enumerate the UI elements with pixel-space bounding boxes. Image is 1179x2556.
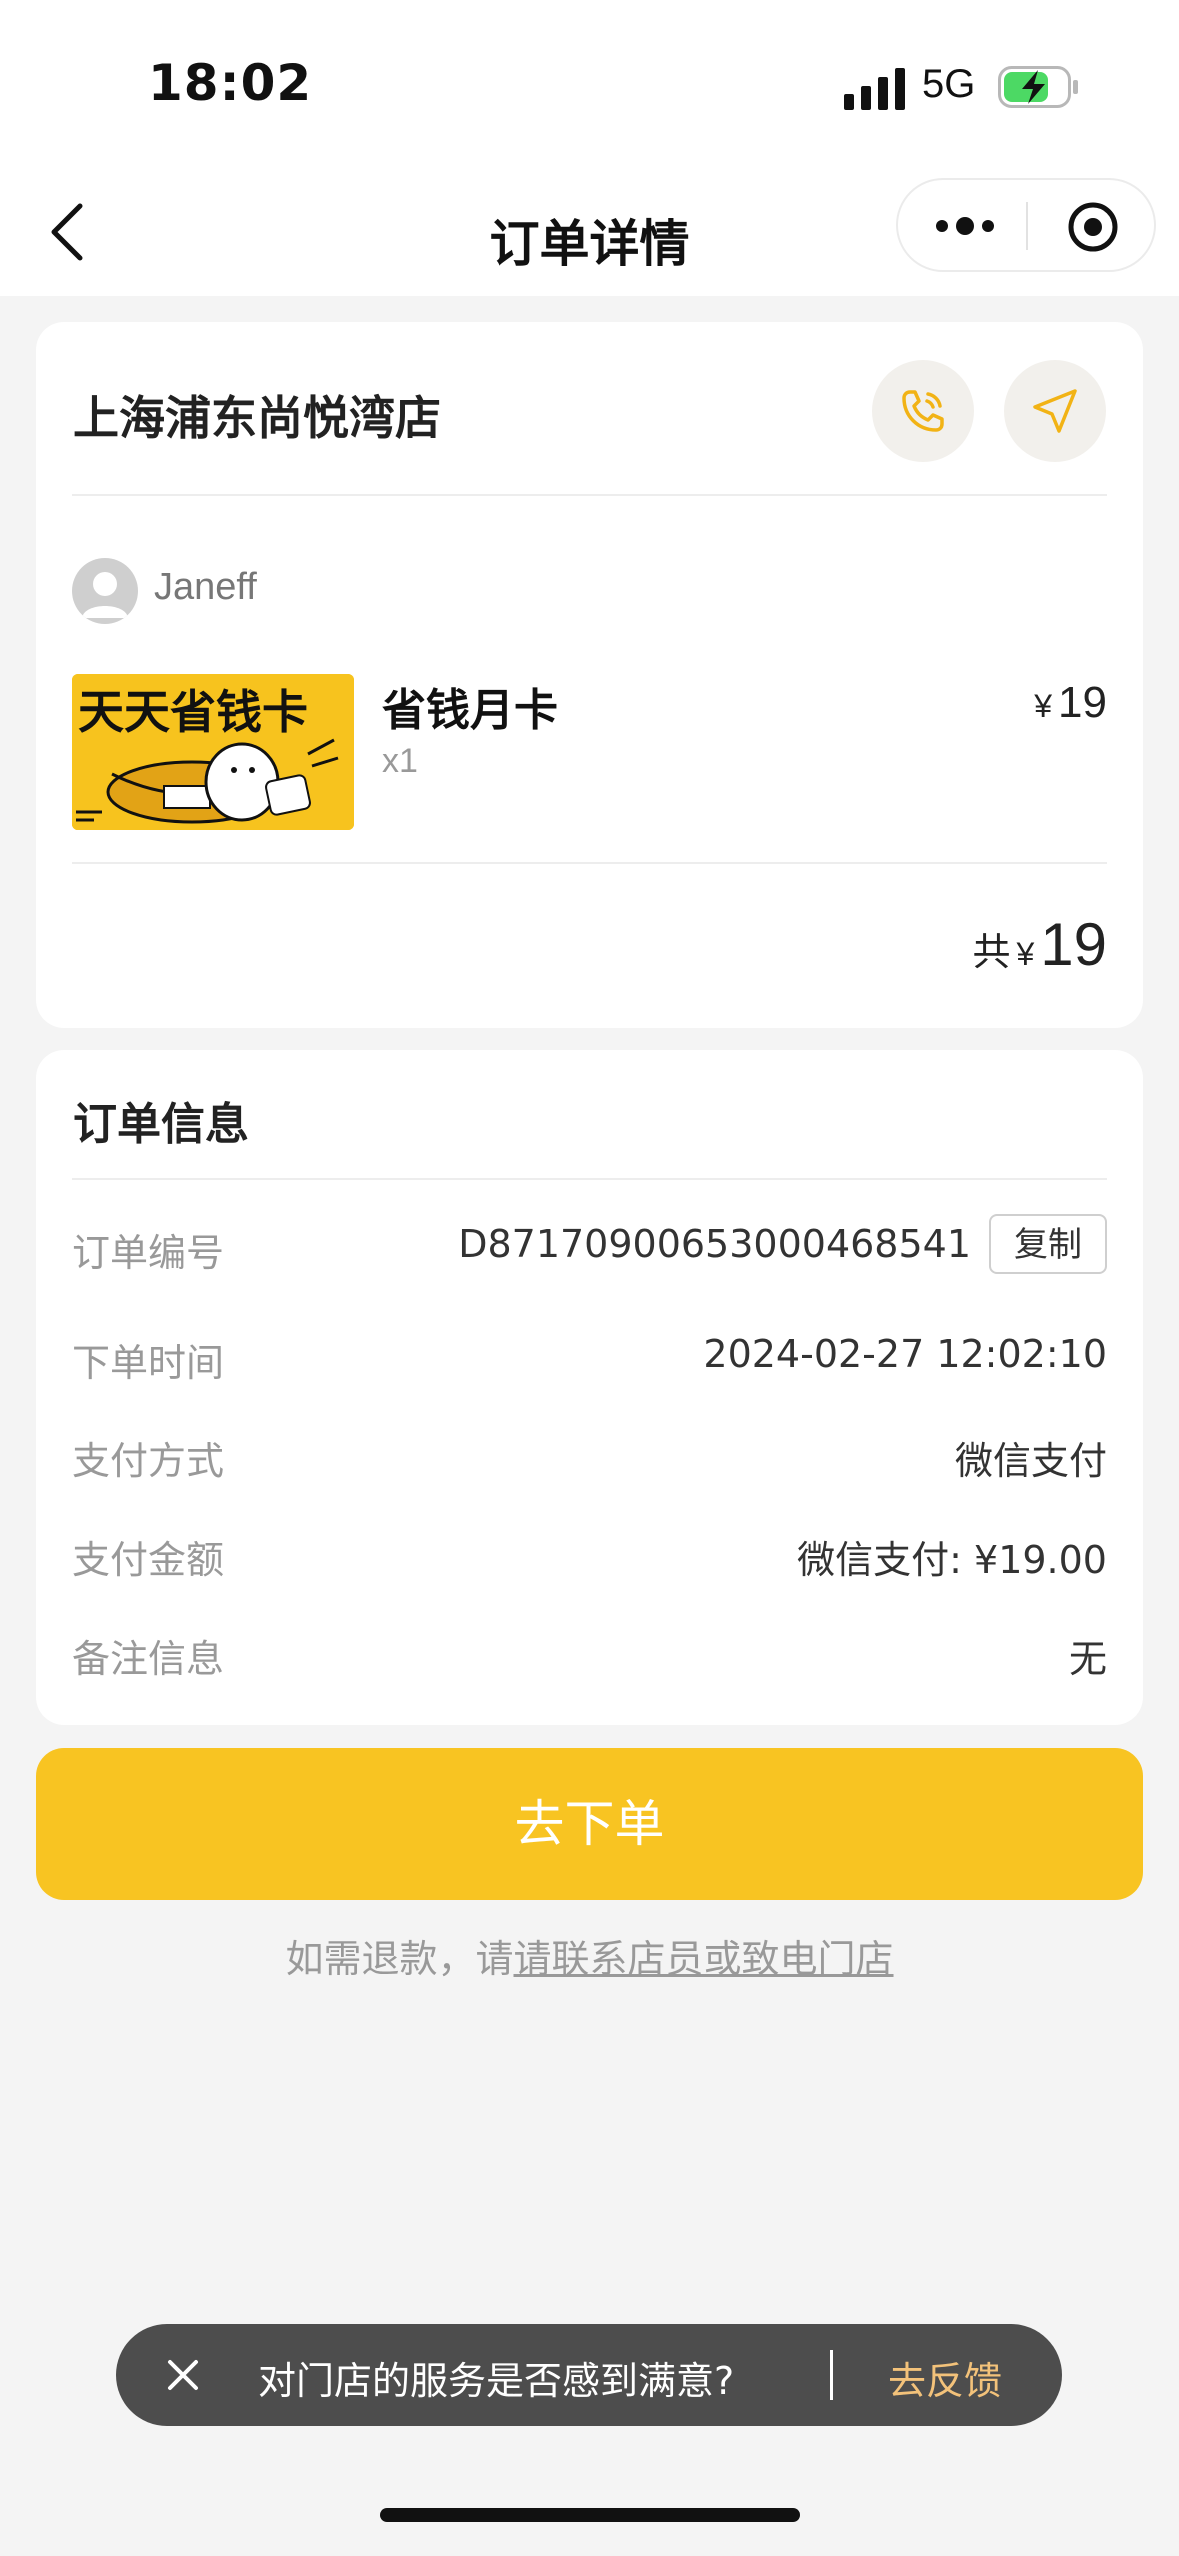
payment-amount-label: 支付金额: [72, 1538, 225, 1582]
order-number-value: D87170900653000468541: [458, 1222, 971, 1266]
product-price: ¥19: [1034, 678, 1107, 728]
order-info-title: 订单信息: [73, 1099, 249, 1150]
order-number-row: 订单编号 D87170900653000468541 复制: [72, 1214, 1107, 1282]
feedback-bar: 对门店的服务是否感到满意? 去反馈: [116, 2324, 1062, 2426]
home-indicator: [380, 2508, 800, 2522]
product-image: 天天省钱卡: [72, 674, 354, 830]
network-label: 5G: [922, 62, 976, 106]
feedback-link[interactable]: 去反馈: [888, 2350, 1002, 2405]
user-avatar-icon: [82, 572, 128, 618]
product-image-text: 天天省钱卡: [78, 685, 308, 739]
product-name: 省钱月卡: [382, 685, 558, 736]
feedback-separator: [830, 2350, 833, 2400]
navigate-store-button[interactable]: [1004, 360, 1106, 462]
payment-amount-value: 微信支付: ¥19.00: [797, 1538, 1107, 1582]
order-info-card: 订单信息 订单编号 D87170900653000468541 复制 下单时间 …: [36, 1050, 1143, 1725]
order-time-label: 下单时间: [72, 1341, 225, 1385]
nav-bar: 订单详情: [0, 160, 1179, 296]
total-value: 19: [1040, 911, 1107, 978]
more-icon[interactable]: [934, 204, 996, 248]
feedback-prompt: 对门店的服务是否感到满意?: [258, 2359, 735, 2403]
order-total: 共 ¥19: [972, 910, 1107, 979]
reorder-button[interactable]: 去下单: [36, 1748, 1143, 1900]
divider: [72, 862, 1107, 864]
contact-store-link[interactable]: 请联系店员或致电门店: [514, 1937, 894, 1981]
product-card-illustration: 天天省钱卡: [72, 674, 354, 830]
divider: [72, 494, 1107, 496]
product-quantity: x1: [382, 742, 418, 780]
total-currency: ¥: [1016, 936, 1035, 972]
order-time-value: 2024-02-27 12:02:10: [703, 1332, 1107, 1376]
remark-row: 备注信息 无: [72, 1628, 1107, 1688]
currency-symbol: ¥: [1034, 688, 1053, 724]
battery-charging-icon: [998, 66, 1078, 108]
phone-icon: [902, 390, 944, 432]
mini-program-capsule: [896, 178, 1156, 272]
store-name: 上海浦东尚悦湾店: [73, 391, 441, 445]
payment-method-label: 支付方式: [72, 1439, 225, 1483]
order-number-label: 订单编号: [72, 1231, 225, 1275]
order-time-row: 下单时间 2024-02-27 12:02:10: [72, 1332, 1107, 1392]
payment-method-value: 微信支付: [954, 1439, 1107, 1483]
call-store-button[interactable]: [872, 360, 974, 462]
signal-icon: [844, 68, 905, 110]
close-target-icon[interactable]: [1066, 200, 1120, 254]
refund-hint: 如需退款，请请联系店员或致电门店: [0, 1928, 1179, 1983]
remark-value: 无: [1068, 1637, 1107, 1681]
total-label: 共: [972, 932, 1011, 974]
avatar: [72, 558, 138, 624]
store-card: 上海浦东尚悦湾店 Janeff 天天省钱卡 省钱月卡 x1 ¥ 19 共 ¥ 1…: [36, 322, 1143, 1028]
payment-method-row: 支付方式 微信支付: [72, 1430, 1107, 1490]
copy-button[interactable]: 复制: [989, 1214, 1107, 1274]
remark-label: 备注信息: [72, 1637, 225, 1681]
product-price-value: 19: [1058, 678, 1107, 727]
capsule-divider: [1026, 202, 1028, 250]
divider: [72, 1178, 1107, 1180]
user-name: Janeff: [154, 566, 257, 608]
payment-amount-row: 支付金额 微信支付: ¥19.00: [72, 1529, 1107, 1589]
location-arrow-icon: [1033, 389, 1077, 433]
status-bar: 18:02 5G: [0, 0, 1179, 160]
refund-hint-text: 如需退款，请: [285, 1937, 514, 1981]
close-icon[interactable]: [162, 2354, 204, 2396]
status-time: 18:02: [148, 54, 313, 112]
